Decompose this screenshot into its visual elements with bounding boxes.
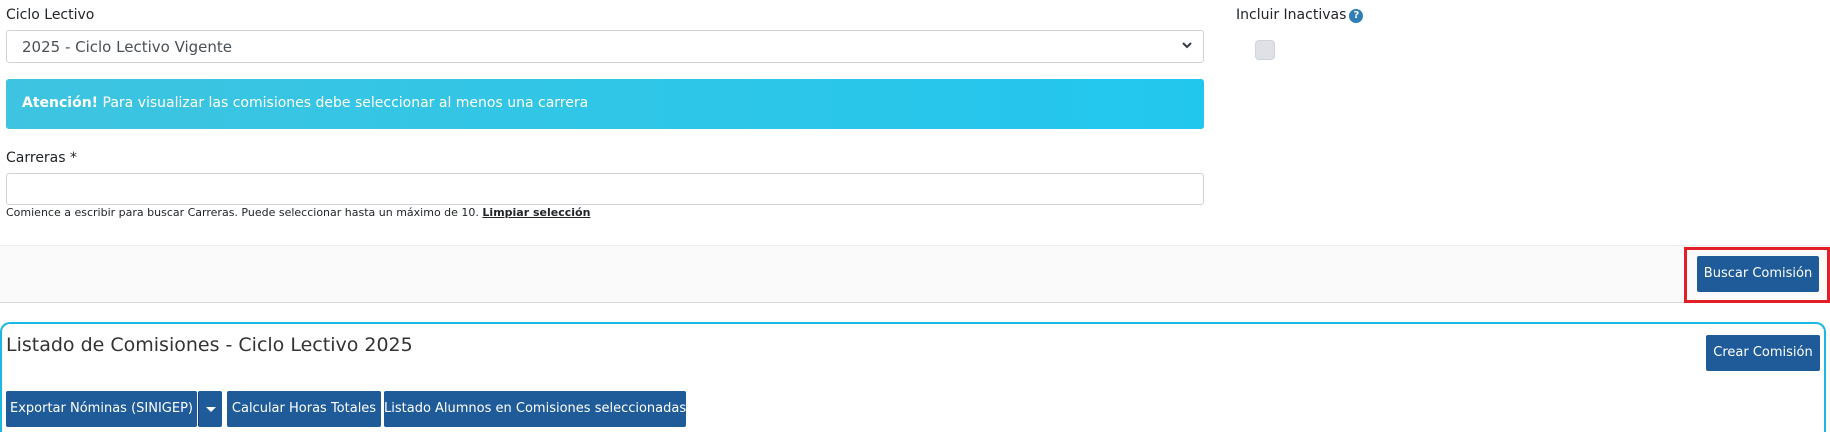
- exportar-nominas-button[interactable]: Exportar Nóminas (SINIGEP): [6, 391, 197, 427]
- limpiar-seleccion-link[interactable]: Limpiar selección: [482, 206, 590, 219]
- ciclo-lectivo-select[interactable]: 2025 - Ciclo Lectivo Vigente: [6, 30, 1204, 63]
- carreras-help: Comience a escribir para buscar Carreras…: [6, 206, 590, 219]
- chevron-down-icon: [1182, 42, 1192, 49]
- carreras-label: Carreras *: [6, 150, 78, 166]
- atencion-alert: Atención! Para visualizar las comisiones…: [6, 79, 1204, 129]
- alert-strong: Atención!: [22, 95, 99, 111]
- exportar-dropdown-toggle[interactable]: [198, 391, 222, 427]
- help-icon[interactable]: ?: [1349, 9, 1364, 23]
- ciclo-lectivo-value: 2025 - Ciclo Lectivo Vigente: [22, 38, 233, 56]
- carreras-input[interactable]: [6, 173, 1204, 205]
- listado-alumnos-button[interactable]: Listado Alumnos en Comisiones selecciona…: [384, 391, 686, 427]
- caret-down-icon: [205, 407, 216, 412]
- incluir-inactivas-label-row: Incluir Inactivas?: [1236, 7, 1364, 23]
- form-actions-bar: [0, 245, 1830, 303]
- buscar-comision-button[interactable]: Buscar Comisión: [1697, 256, 1819, 292]
- alert-message: Para visualizar las comisiones debe sele…: [98, 95, 589, 111]
- carreras-help-text: Comience a escribir para buscar Carreras…: [6, 206, 483, 219]
- calcular-horas-button[interactable]: Calcular Horas Totales: [227, 391, 381, 427]
- listado-title: Listado de Comisiones - Ciclo Lectivo 20…: [6, 334, 413, 356]
- ciclo-lectivo-label: Ciclo Lectivo: [6, 7, 95, 23]
- incluir-inactivas-label: Incluir Inactivas: [1236, 7, 1347, 23]
- crear-comision-button[interactable]: Crear Comisión: [1706, 335, 1820, 371]
- incluir-inactivas-checkbox[interactable]: [1255, 40, 1275, 60]
